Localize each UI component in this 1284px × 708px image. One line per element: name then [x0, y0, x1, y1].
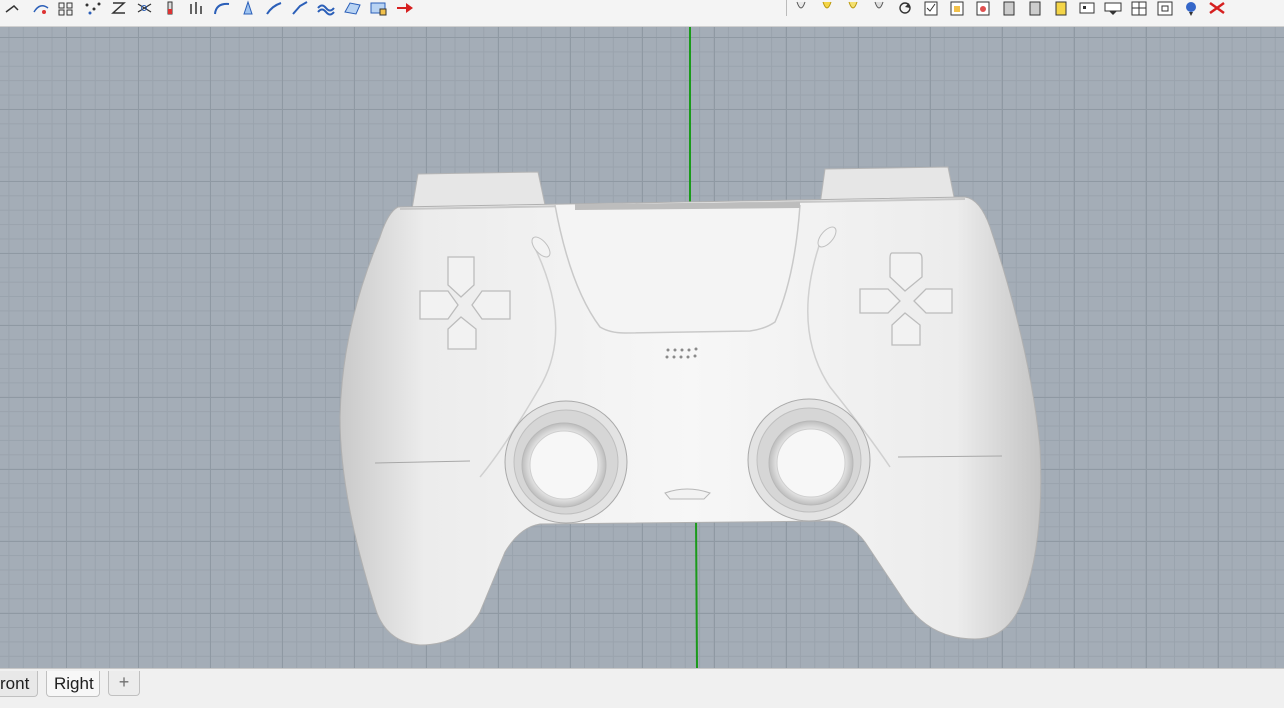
wave-icon[interactable]: [316, 0, 338, 16]
add-tab-button[interactable]: +: [108, 671, 140, 696]
rotate-icon[interactable]: [894, 0, 916, 16]
viewport-tab-bar: ront Right +: [0, 668, 1284, 708]
right-analog-stick: [747, 398, 871, 522]
tab-right[interactable]: Right: [46, 671, 100, 697]
grid-icon[interactable]: [1128, 0, 1150, 16]
extrude-icon[interactable]: [238, 0, 260, 16]
curve-icon[interactable]: [4, 0, 26, 16]
light-bulb-icon[interactable]: [790, 0, 812, 16]
yellow-doc-icon[interactable]: [946, 0, 968, 16]
sweep-icon[interactable]: [290, 0, 312, 16]
light-bulb-icon[interactable]: [868, 0, 890, 16]
point-edit-icon[interactable]: [30, 0, 52, 16]
yellow-layer-icon[interactable]: [1050, 0, 1072, 16]
tab-front[interactable]: ront: [0, 671, 38, 697]
y-axis-line-bottom: [695, 516, 698, 668]
scatter-points-icon[interactable]: [82, 0, 104, 16]
toolbar-right-group: [790, 0, 1228, 16]
layer-icon[interactable]: [998, 0, 1020, 16]
toolbar-separator: [786, 0, 787, 16]
perspective-viewport[interactable]: [0, 27, 1284, 668]
z-text-icon[interactable]: [108, 0, 130, 16]
blend-icon[interactable]: [186, 0, 208, 16]
surface-icon[interactable]: [342, 0, 364, 16]
network-icon[interactable]: [134, 0, 156, 16]
array-icon[interactable]: [56, 0, 78, 16]
left-analog-stick: [504, 400, 628, 524]
snap-icon[interactable]: [1076, 0, 1098, 16]
frame-icon[interactable]: [1154, 0, 1176, 16]
controller-model: [339, 27, 1042, 668]
toolbar: [0, 0, 1284, 27]
light-bulb-icon[interactable]: [842, 0, 864, 16]
red-arrow-icon[interactable]: [394, 0, 416, 16]
arc-icon[interactable]: [212, 0, 234, 16]
red-tool-icon[interactable]: [1206, 0, 1228, 16]
check-doc-icon[interactable]: [920, 0, 942, 16]
layer-icon[interactable]: [1024, 0, 1046, 16]
blue-tool-icon[interactable]: [1180, 0, 1202, 16]
touchpad: [554, 204, 801, 334]
fillet-icon[interactable]: [264, 0, 286, 16]
toolbar-left-group: [4, 0, 416, 16]
patch-icon[interactable]: [368, 0, 390, 16]
home-button: [664, 488, 711, 500]
light-bulb-icon[interactable]: [816, 0, 838, 16]
dimension-icon[interactable]: [160, 0, 182, 16]
view-icon[interactable]: [1102, 0, 1124, 16]
left-trigger: [411, 171, 546, 210]
render-doc-icon[interactable]: [972, 0, 994, 16]
